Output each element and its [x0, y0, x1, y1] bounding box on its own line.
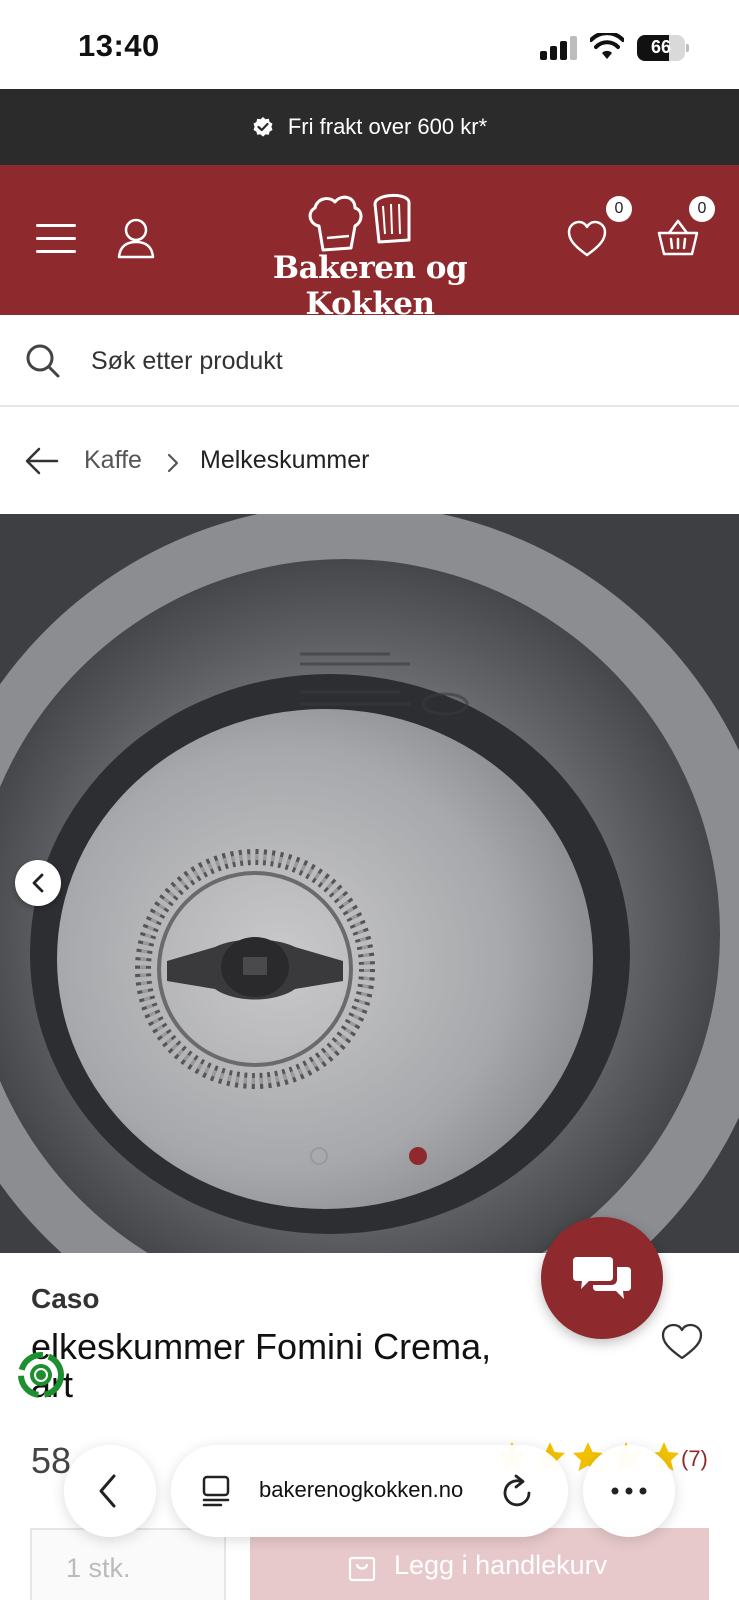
breadcrumb: Kaffe Melkeskummer: [0, 409, 739, 514]
gallery-previous-button[interactable]: [15, 860, 61, 906]
eco-recycle-badge-icon[interactable]: [13, 1347, 69, 1403]
chat-button[interactable]: [541, 1217, 663, 1339]
gallery-dot-1[interactable]: [310, 1147, 328, 1165]
more-dots-icon: [611, 1487, 647, 1495]
product-photo: [0, 514, 739, 1253]
search-icon: [26, 344, 60, 378]
gallery-dot-2-active[interactable]: [409, 1147, 427, 1165]
tabs-icon: [202, 1475, 230, 1507]
battery-icon: 66: [637, 35, 689, 61]
review-count[interactable]: (7): [681, 1446, 708, 1472]
wifi-icon: [590, 33, 624, 59]
logo-text: Bakeren og Kokken: [272, 250, 468, 322]
check-badge-icon: [253, 117, 273, 137]
add-to-cart-label: Legg i handlekurv: [394, 1550, 608, 1580]
site-header: Bakeren og Kokken 0 0: [0, 165, 739, 322]
breadcrumb-kaffe[interactable]: Kaffe: [84, 446, 142, 475]
quantity-value: 1 stk.: [66, 1553, 131, 1583]
wishlist-count-badge: 0: [606, 196, 632, 222]
basket-icon[interactable]: [657, 217, 699, 257]
product-image-gallery[interactable]: [0, 514, 739, 1253]
wishlist-heart-icon[interactable]: [567, 220, 607, 258]
browser-more-button[interactable]: [583, 1445, 675, 1537]
product-brand[interactable]: Caso: [31, 1283, 99, 1315]
product-title-line-1: elkeskummer Fomini Crema,: [31, 1326, 492, 1367]
site-logo[interactable]: Bakeren og Kokken: [215, 190, 525, 322]
chevron-right-icon: [167, 453, 179, 473]
chevron-left-icon: [32, 873, 44, 893]
breadcrumb-current: Melkeskummer: [200, 446, 370, 474]
chat-bubbles-icon: [573, 1257, 631, 1299]
status-bar: 13:40 66: [0, 0, 739, 89]
search-bar[interactable]: Søk etter produkt: [0, 315, 739, 407]
product-title-line-2: art: [31, 1364, 74, 1405]
browser-url: bakerenogkokken.no: [259, 1477, 464, 1502]
browser-address-bar[interactable]: bakerenogkokken.no: [171, 1445, 568, 1537]
promo-text: Fri frakt over 600 kr*: [287, 114, 488, 139]
chevron-left-icon: [99, 1474, 116, 1508]
account-icon[interactable]: [116, 217, 156, 259]
search-input[interactable]: Søk etter produkt: [91, 347, 283, 376]
product-favorite-heart-icon[interactable]: [661, 1323, 703, 1361]
status-time: 13:40: [78, 28, 160, 63]
chef-hats-logo-icon: [308, 194, 411, 252]
quantity-selector[interactable]: 1 stk.: [30, 1528, 226, 1600]
battery-level: 66: [650, 37, 672, 57]
product-title: elkeskummer Fomini Crema, art: [31, 1328, 591, 1404]
cart-count-badge: 0: [689, 196, 715, 222]
product-price: 58: [31, 1440, 72, 1481]
menu-icon[interactable]: [36, 224, 76, 254]
browser-back-button[interactable]: [64, 1445, 156, 1537]
promo-bar: Fri frakt over 600 kr*: [0, 89, 739, 165]
shopping-bag-icon: [348, 1556, 376, 1582]
add-to-cart-button[interactable]: Legg i handlekurv: [250, 1528, 709, 1600]
reload-icon[interactable]: [501, 1473, 535, 1509]
back-arrow-icon[interactable]: [25, 447, 59, 475]
cellular-signal-icon: [540, 36, 578, 60]
